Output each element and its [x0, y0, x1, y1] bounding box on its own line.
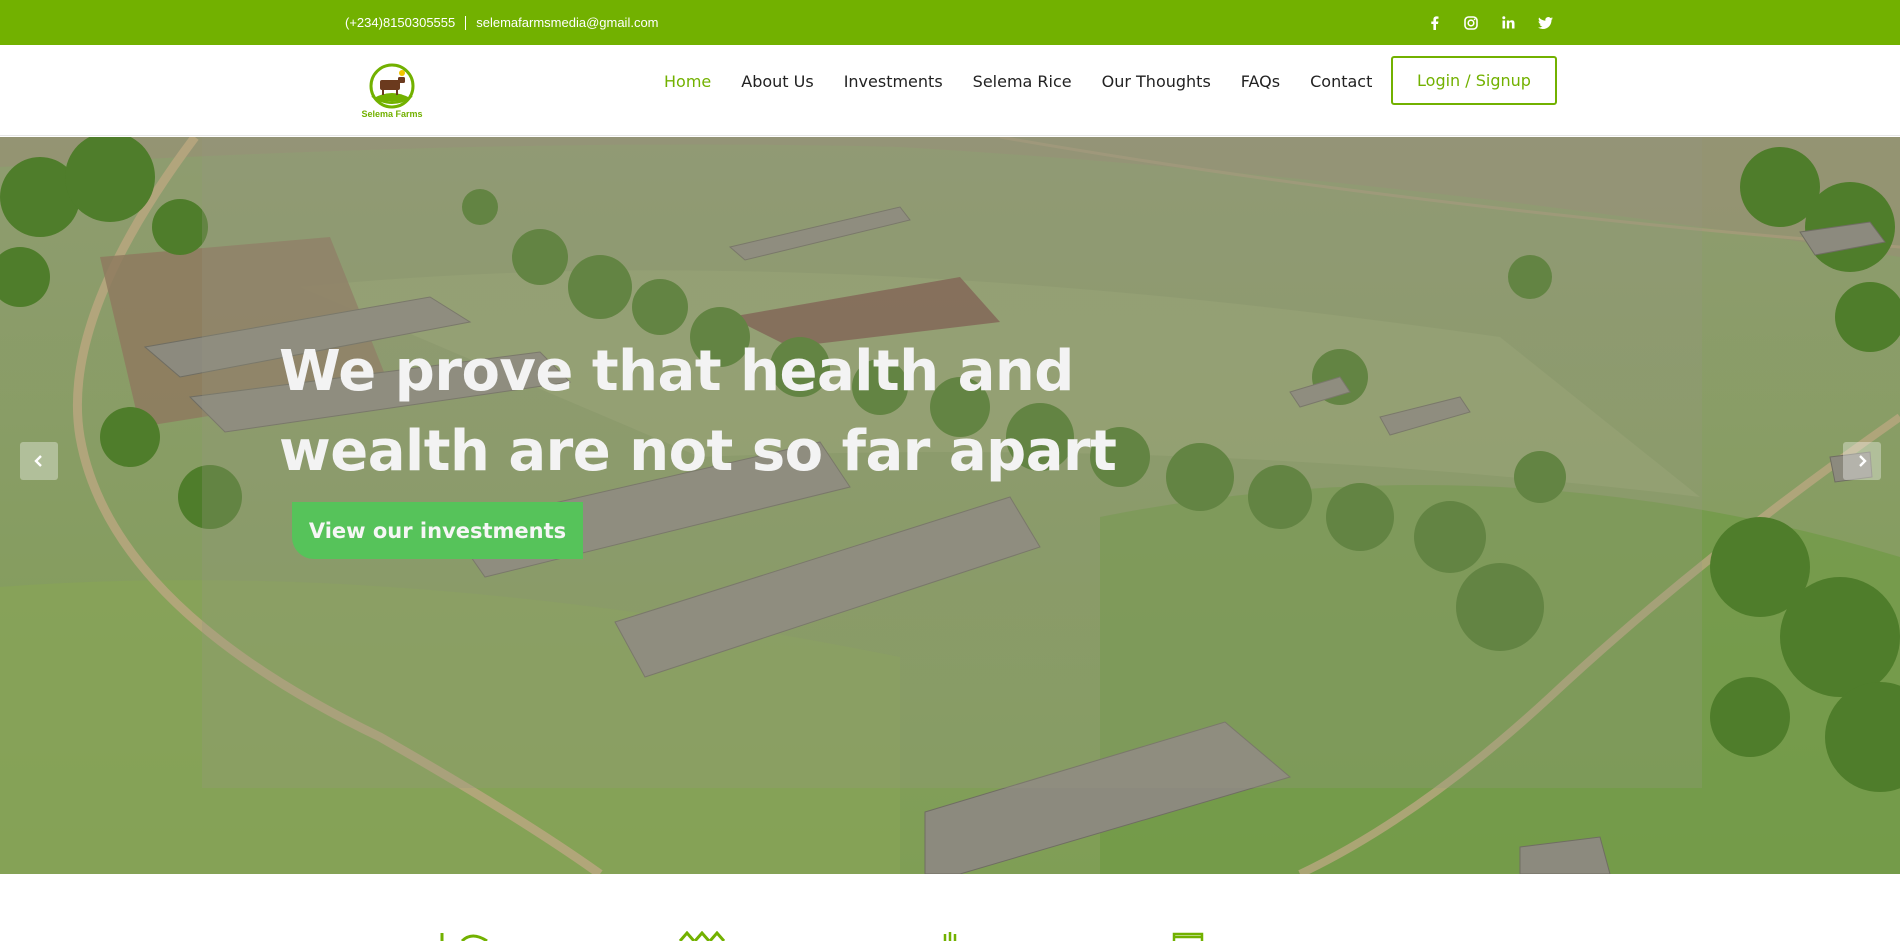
contact-divider	[465, 15, 467, 30]
slider-next-button[interactable]	[1843, 442, 1881, 480]
hero-headline: We prove that health and wealth are not …	[279, 332, 1279, 492]
nav-selema-rice[interactable]: Selema Rice	[973, 72, 1072, 91]
linkedin-icon[interactable]	[1499, 14, 1517, 32]
chart-icon	[1172, 928, 1206, 946]
leaf-icon	[432, 928, 492, 946]
nav-faqs[interactable]: FAQs	[1241, 72, 1280, 91]
hero-headline-line-2: wealth are not so far apart	[279, 419, 1117, 484]
sun-icon	[940, 928, 960, 946]
crop-icon	[675, 928, 735, 946]
login-signup-button[interactable]: Login / Signup	[1391, 56, 1557, 105]
instagram-icon[interactable]	[1462, 14, 1480, 32]
facebook-icon[interactable]	[1425, 14, 1443, 32]
chevron-right-icon	[1859, 455, 1867, 467]
logo-text: Selema Farms	[361, 109, 423, 119]
view-investments-button[interactable]: View our investments	[292, 502, 583, 559]
site-logo[interactable]: Selema Farms	[358, 62, 426, 122]
phone-number[interactable]: (+234)8150305555	[345, 15, 455, 30]
nav-our-thoughts[interactable]: Our Thoughts	[1102, 72, 1211, 91]
contact-info: (+234)8150305555 selemafarmsmedia@gmail.…	[345, 0, 659, 45]
email-address[interactable]: selemafarmsmedia@gmail.com	[476, 15, 658, 30]
hero-slider: We prove that health and wealth are not …	[0, 137, 1900, 874]
social-links	[1425, 0, 1554, 45]
nav-home[interactable]: Home	[664, 72, 711, 91]
chevron-left-icon	[34, 455, 42, 467]
features-strip	[0, 874, 1900, 943]
hero-headline-line-1: We prove that health and	[279, 339, 1074, 404]
slider-prev-button[interactable]	[20, 442, 58, 480]
logo-mark	[369, 63, 415, 109]
nav-contact[interactable]: Contact	[1310, 72, 1372, 91]
twitter-icon[interactable]	[1536, 14, 1554, 32]
nav-about-us[interactable]: About Us	[741, 72, 813, 91]
site-header: Selema Farms Home About Us Investments S…	[0, 45, 1900, 136]
main-nav: Home About Us Investments Selema Rice Ou…	[664, 45, 1372, 117]
nav-investments[interactable]: Investments	[844, 72, 943, 91]
top-bar: (+234)8150305555 selemafarmsmedia@gmail.…	[0, 0, 1900, 45]
